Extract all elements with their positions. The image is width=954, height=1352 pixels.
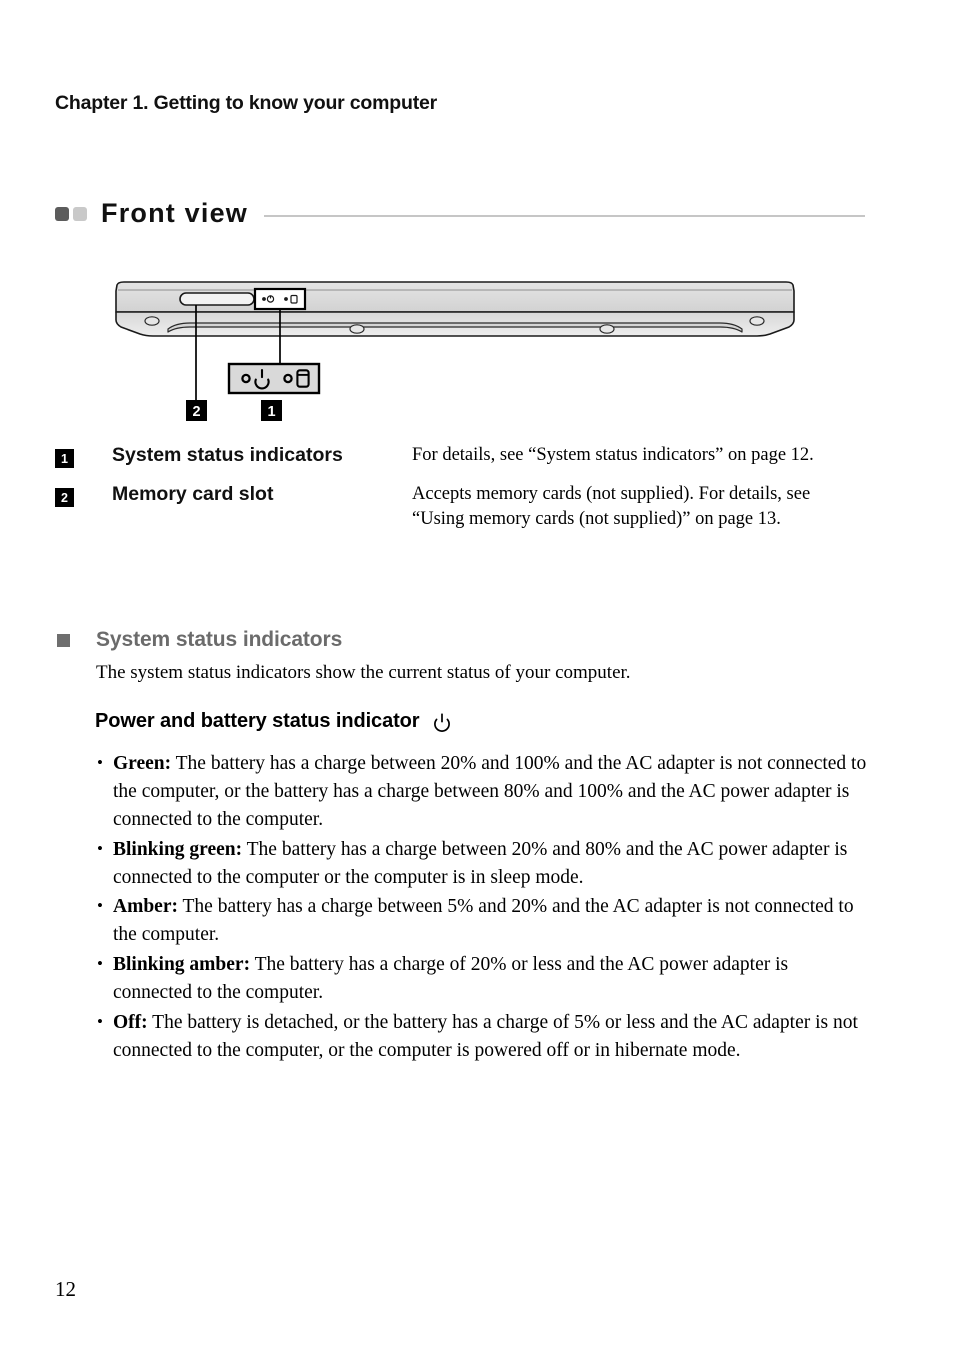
list-item-lead: Green: (113, 753, 172, 774)
list-item-body: The battery has a charge between 5% and … (113, 896, 854, 946)
list-item-text: Amber: The battery has a charge between … (113, 893, 872, 949)
definition-row: 2 Memory card slot Accepts memory cards … (55, 482, 885, 531)
indicator-highlight-box (253, 287, 307, 311)
page-title: Front view (101, 198, 249, 228)
list-item-lead: Amber: (113, 896, 178, 918)
list-item: • Amber: The battery has a charge betwee… (97, 893, 872, 949)
component-definition-list: 1 System status indicators For details, … (55, 443, 885, 546)
definition-description: Accepts memory cards (not supplied). For… (412, 484, 811, 529)
power-indicator-heading: Power and battery status indicator (95, 710, 452, 733)
chapter-header: Chapter 1. Getting to know your computer (55, 92, 438, 114)
section-marker-light-square (73, 206, 87, 221)
section-marker-dark-square (55, 206, 69, 221)
bullet-dot-icon: • (97, 753, 103, 772)
definition-term: System status indicators (112, 444, 343, 466)
list-item-body: The battery has a charge between 20% and… (113, 753, 867, 830)
callout-badge-1: 1 (261, 400, 282, 421)
definition-badge: 2 (55, 488, 74, 508)
power-icon (432, 712, 452, 732)
square-bullet-icon (57, 633, 70, 647)
definition-row: 1 System status indicators For details, … (55, 443, 885, 468)
svg-text:1: 1 (267, 404, 275, 420)
callout-badge-2: 2 (186, 400, 207, 421)
list-item-text: Green: The battery has a charge between … (113, 750, 872, 834)
bullet-dot-icon: • (97, 1011, 103, 1031)
subsection-title: System status indicators (96, 628, 343, 651)
list-item: • Blinking amber: The battery has a char… (97, 951, 872, 1007)
laptop-front-edge-illustration: 2 1 (0, 272, 954, 437)
list-item-text: Blinking amber: The battery has a charge… (113, 951, 872, 1007)
list-item: • Blinking green: The battery has a char… (97, 836, 872, 892)
bullet-dot-icon: • (97, 954, 103, 974)
list-item: • Green: The battery has a charge betwee… (97, 750, 872, 834)
list-item-lead: Blinking green: (113, 838, 243, 860)
list-item-lead: Blinking amber: (113, 954, 251, 976)
list-item-body: The battery is detached, or the battery … (113, 1011, 858, 1061)
svg-text:2: 2 (192, 404, 200, 420)
bullet-dot-icon: • (97, 838, 103, 858)
section-title-row: Front view (55, 198, 865, 229)
subsection-intro-text: The system status indicators show the cu… (96, 662, 631, 683)
section-title-rule (264, 214, 865, 217)
indicator-detail-box (227, 362, 321, 395)
definition-badge: 1 (55, 449, 74, 468)
power-indicator-bullet-list: • Green: The battery has a charge betwee… (97, 750, 872, 1067)
manual-page: Chapter 1. Getting to know your computer… (0, 0, 954, 1352)
list-item-text: Blinking green: The battery has a charge… (113, 836, 872, 892)
bullet-dot-icon: • (97, 896, 103, 916)
list-item: • Off: The battery is detached, or the b… (97, 1009, 872, 1065)
definition-term: Memory card slot (112, 483, 274, 506)
page-number: 12 (55, 1277, 76, 1301)
power-indicator-heading-text: Power and battery status indicator (95, 710, 420, 732)
definition-description: For details, see “System status indicato… (412, 445, 814, 465)
subsection-system-status-indicators: System status indicators The system stat… (57, 628, 887, 684)
list-item-lead: Off: (113, 1011, 148, 1033)
list-item-text: Off: The battery is detached, or the bat… (113, 1009, 872, 1065)
subsection-heading: System status indicators (57, 628, 887, 652)
